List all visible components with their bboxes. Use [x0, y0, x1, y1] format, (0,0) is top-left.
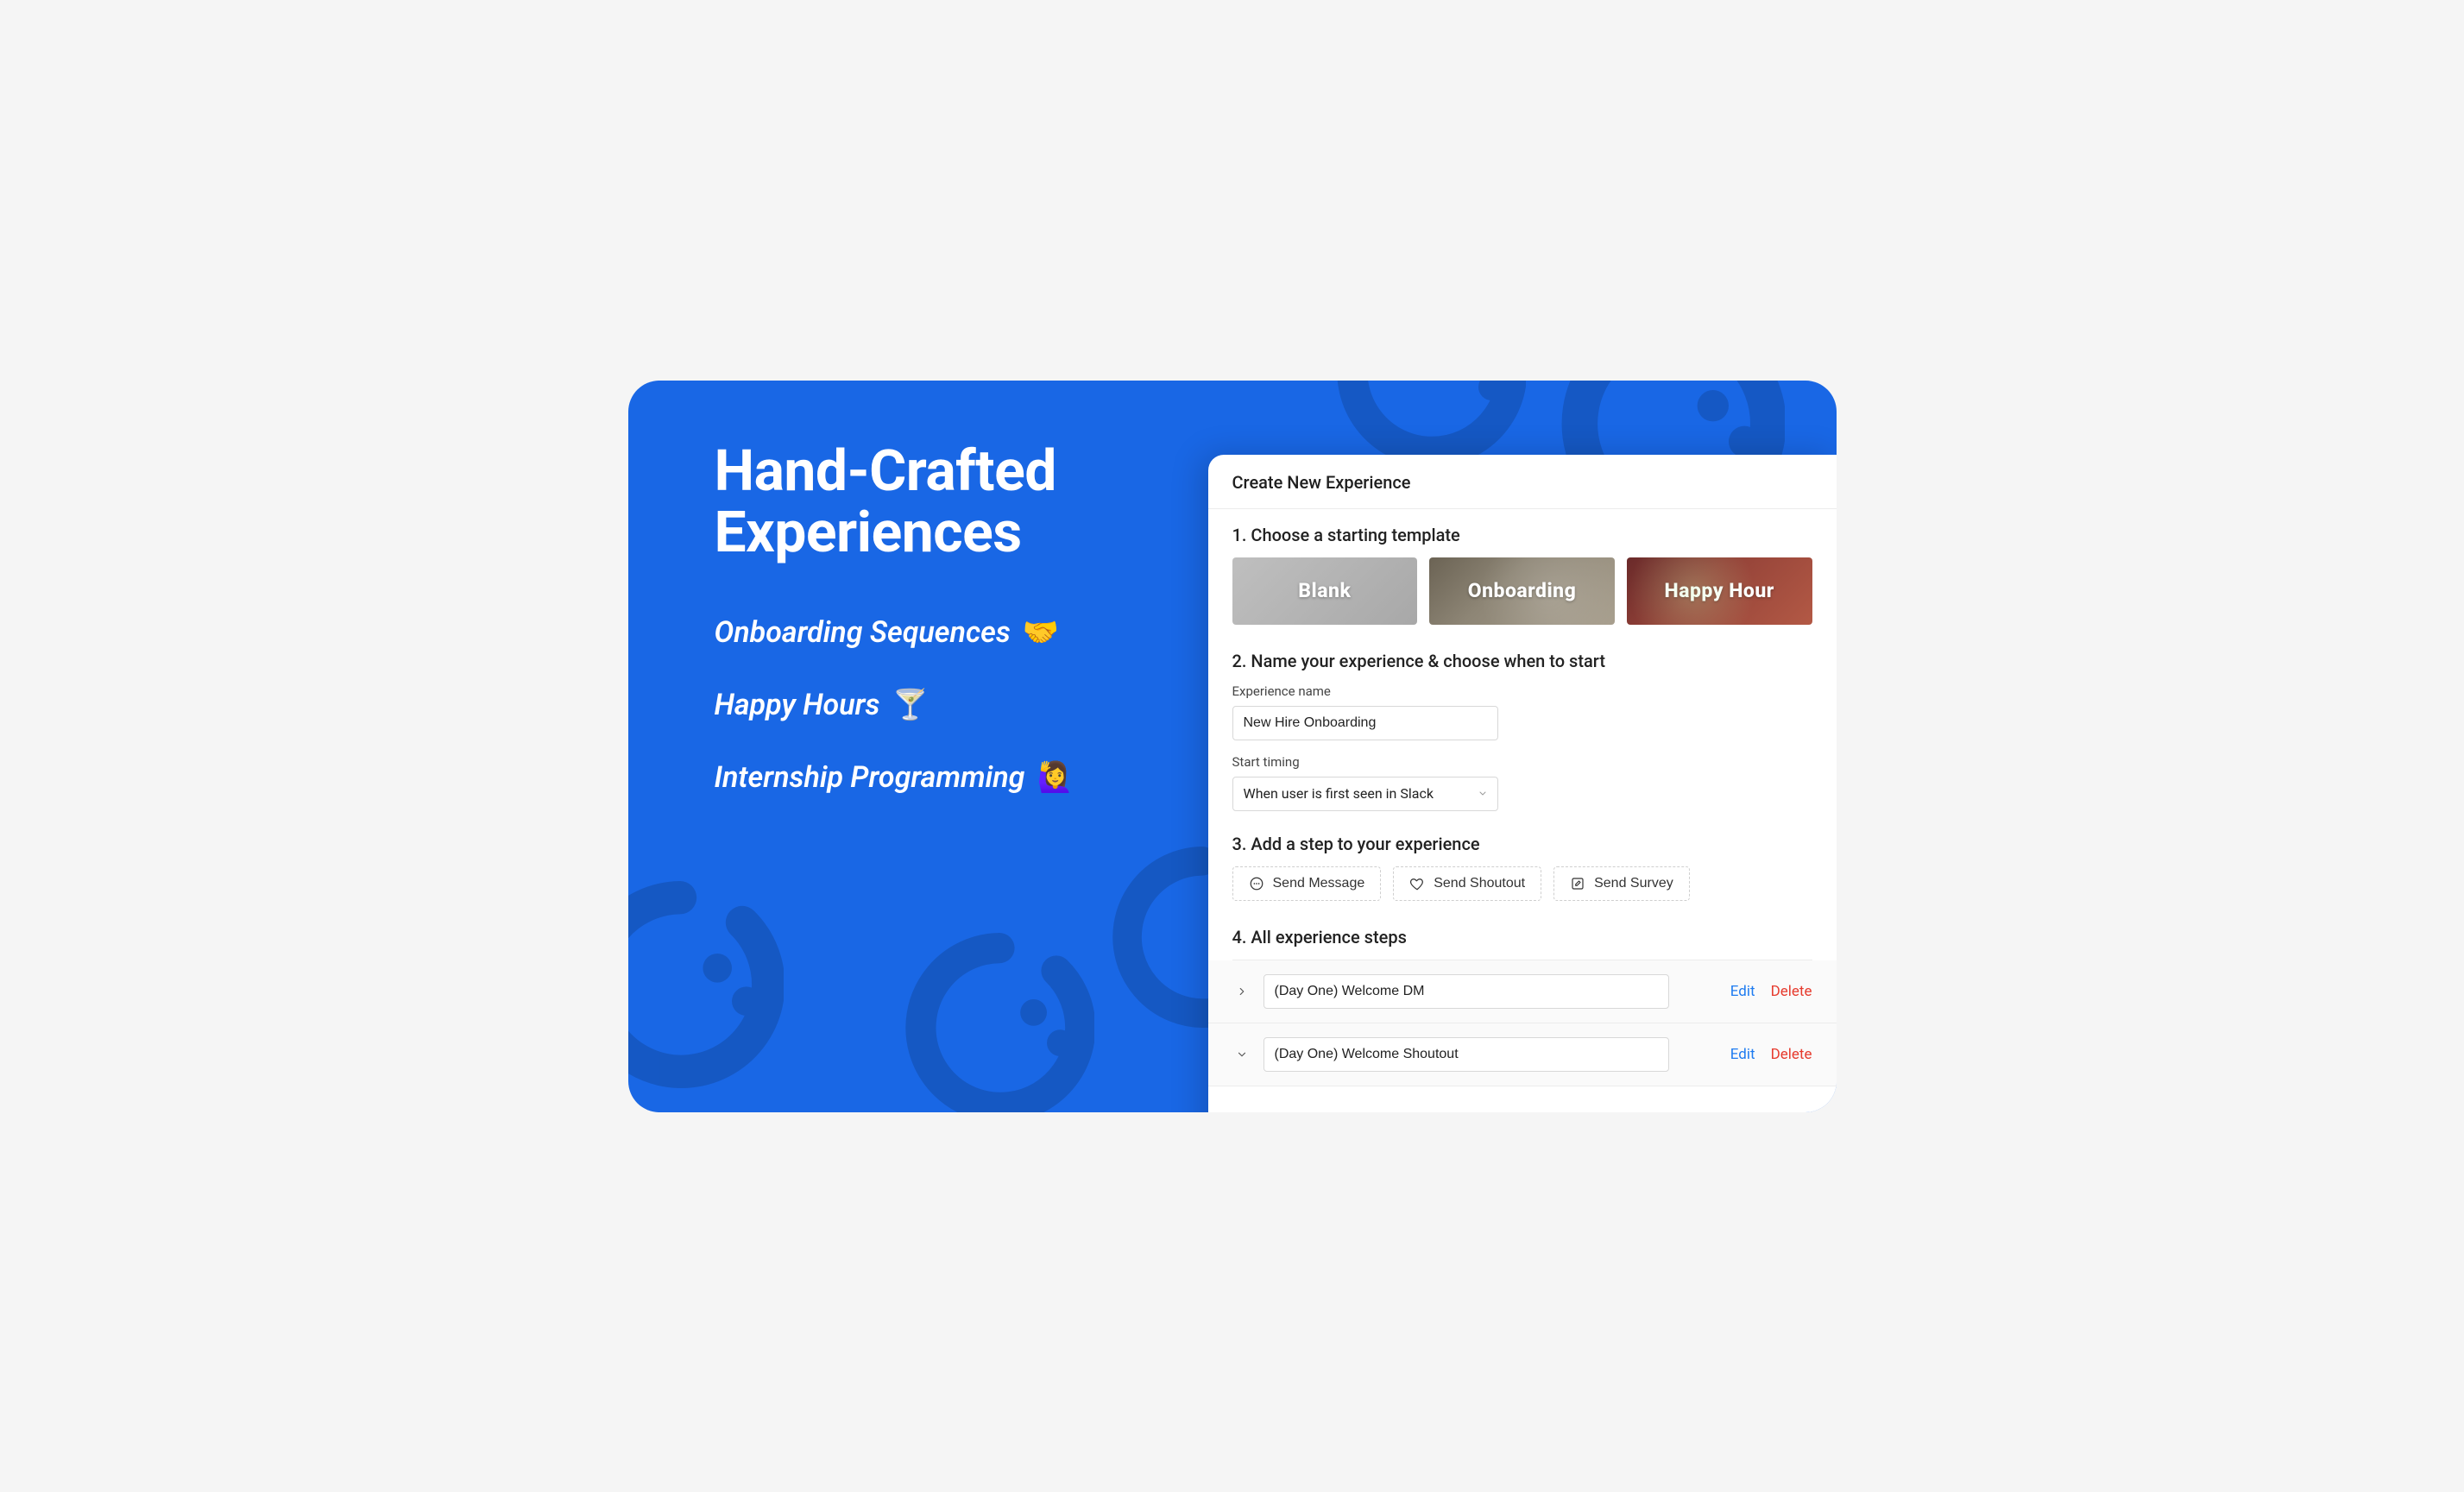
hero-title: Hand-Crafted Experiences	[715, 441, 1160, 564]
chat-icon	[1249, 876, 1264, 891]
cocktail-icon: 🍸	[892, 688, 928, 722]
create-experience-panel: Create New Experience 1. Choose a starti…	[1208, 455, 1837, 1112]
experience-name-input[interactable]	[1232, 706, 1498, 740]
step-name-input[interactable]	[1264, 974, 1669, 1009]
edit-step-link[interactable]: Edit	[1730, 1046, 1755, 1063]
heart-icon	[1409, 876, 1425, 891]
experience-name-label: Experience name	[1232, 683, 1812, 699]
send-message-button[interactable]: Send Message	[1232, 866, 1382, 901]
edit-square-icon	[1570, 876, 1585, 891]
section-all-steps-title: 4. All experience steps	[1232, 927, 1812, 947]
step-name-input[interactable]	[1264, 1037, 1669, 1072]
expand-step-button[interactable]	[1232, 982, 1251, 1001]
start-timing-select[interactable]: When user is first seen in Slack	[1232, 777, 1498, 811]
handshake-icon: 🤝	[1023, 615, 1059, 650]
chevron-down-icon	[1236, 1048, 1248, 1061]
raising-hand-icon: 🙋‍♀️	[1037, 760, 1073, 795]
delete-step-link[interactable]: Delete	[1771, 1046, 1812, 1063]
step-row: Edit Delete	[1208, 1023, 1837, 1086]
section-choose-template-title: 1. Choose a starting template	[1232, 525, 1812, 545]
feature-list: Onboarding Sequences 🤝 Happy Hours 🍸 Int…	[715, 615, 1160, 795]
section-name-title: 2. Name your experience & choose when to…	[1232, 651, 1812, 671]
start-timing-label: Start timing	[1232, 754, 1812, 770]
section-add-step-title: 3. Add a step to your experience	[1232, 834, 1812, 854]
feature-internship: Internship Programming 🙋‍♀️	[715, 760, 1160, 795]
chevron-right-icon	[1236, 985, 1248, 998]
feature-happy-hours: Happy Hours 🍸	[715, 688, 1160, 722]
send-survey-button[interactable]: Send Survey	[1553, 866, 1690, 901]
collapse-step-button[interactable]	[1232, 1045, 1251, 1064]
template-blank[interactable]: Blank	[1232, 557, 1418, 625]
send-shoutout-button[interactable]: Send Shoutout	[1393, 866, 1541, 901]
feature-onboarding: Onboarding Sequences 🤝	[715, 615, 1160, 650]
panel-title: Create New Experience	[1208, 455, 1837, 509]
delete-step-link[interactable]: Delete	[1771, 983, 1812, 1000]
template-happy-hour[interactable]: Happy Hour	[1627, 557, 1812, 625]
edit-step-link[interactable]: Edit	[1730, 983, 1755, 1000]
step-row: Edit Delete	[1208, 960, 1837, 1023]
template-onboarding[interactable]: Onboarding	[1429, 557, 1615, 625]
